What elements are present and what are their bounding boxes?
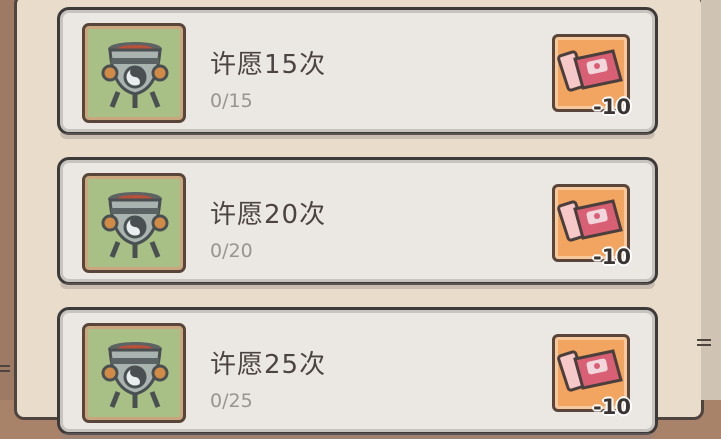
task-progress: 0/25 [210, 390, 253, 412]
reward-slot[interactable]: -10 [552, 184, 631, 269]
task-card[interactable]: 许愿25次 0/25 -10 [57, 307, 658, 439]
wish-cauldron-icon [82, 173, 186, 273]
reward-count: -10 [593, 395, 631, 419]
reward-slot[interactable]: -10 [552, 34, 631, 119]
task-card[interactable]: 许愿15次 0/15 -10 [57, 7, 658, 139]
task-progress: 0/15 [210, 90, 253, 112]
left-edge-marker [0, 362, 12, 382]
task-title: 许愿15次 [210, 50, 327, 80]
task-title: 许愿20次 [210, 200, 327, 230]
wish-cauldron-icon [82, 23, 186, 123]
task-progress: 0/20 [210, 240, 253, 262]
task-card[interactable]: 许愿20次 0/20 -10 [57, 157, 658, 289]
reward-count: -10 [593, 95, 631, 119]
scroll-handle-icon[interactable] [697, 336, 711, 356]
reward-slot[interactable]: -10 [552, 334, 631, 419]
reward-count: -10 [593, 245, 631, 269]
wish-cauldron-icon [82, 323, 186, 423]
task-title: 许愿25次 [210, 350, 327, 380]
